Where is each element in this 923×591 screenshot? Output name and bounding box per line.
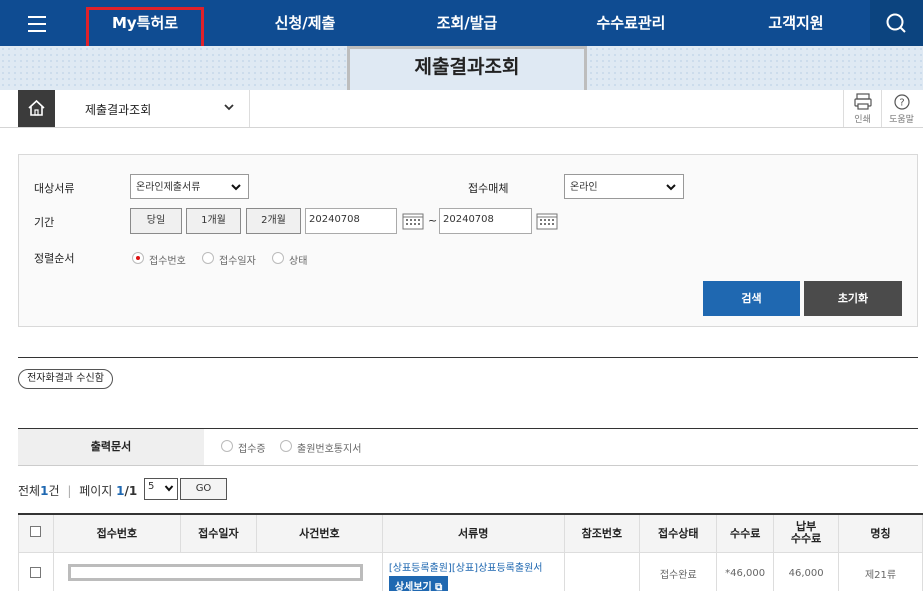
pager-separator: |: [67, 484, 72, 498]
detail-view-label: 상세보기: [394, 581, 432, 591]
doc-name-link[interactable]: [상표등록출원][상표]상표등록출원서: [389, 559, 564, 574]
help-button[interactable]: ? 도움말: [881, 90, 921, 127]
output-app-number-notice-radio[interactable]: [280, 440, 292, 452]
select-all-cell: [18, 513, 54, 553]
status-cell: 접수완료: [639, 551, 718, 591]
column-header: 수수료: [716, 513, 775, 553]
redaction-box: [67, 563, 363, 581]
reference-number-cell: [563, 551, 641, 591]
sort-receipt-number-label: 접수번호: [149, 256, 186, 267]
electronic-result-inbox-button[interactable]: 전자화결과 수신함: [18, 369, 113, 389]
column-header: 서류명: [381, 513, 565, 553]
help-label: 도움말: [889, 115, 914, 125]
chevron-down-icon: [230, 181, 242, 196]
column-header: 참조번호: [563, 513, 641, 553]
detail-view-button[interactable]: 상세보기 ⧉: [388, 575, 449, 591]
home-icon[interactable]: [18, 90, 55, 127]
column-header: 사건번호: [255, 513, 383, 553]
media-select[interactable]: 온라인: [564, 174, 684, 199]
doc-type-value: 온라인제출서류: [136, 182, 201, 193]
total-count: 전체1건 | 페이지 1/1: [18, 482, 137, 499]
date-to-input[interactable]: 20240708: [439, 208, 532, 234]
page-prefix: 페이지: [79, 484, 113, 498]
table-header-row: 접수번호 접수일자 사건번호 서류명 참조번호 접수상태 수수료 납부 수수료 …: [18, 513, 923, 553]
date-from-input[interactable]: 20240708: [305, 208, 397, 234]
breadcrumb-label: 제출결과조회: [85, 103, 152, 117]
page-current: 1: [116, 484, 125, 498]
row-checkbox[interactable]: [30, 566, 42, 578]
output-receipt-label: 접수증: [238, 444, 266, 455]
total-prefix: 전체: [18, 484, 41, 498]
calendar-icon[interactable]: [536, 212, 558, 230]
print-button[interactable]: 인쇄: [843, 90, 881, 127]
title-cell: 제21류: [838, 551, 923, 591]
doc-name-cell: [상표등록출원][상표]상표등록출원서 상세보기 ⧉: [381, 551, 565, 591]
hamburger-menu-icon[interactable]: [18, 12, 58, 36]
page-total: /1: [124, 484, 138, 498]
media-label: 접수매체: [468, 182, 509, 195]
paid-fee-cell: 46,000: [773, 551, 840, 591]
select-all-checkbox[interactable]: [30, 526, 42, 538]
nav-fee-management[interactable]: 수수료관리: [566, 0, 696, 46]
page-title: 제출결과조회: [414, 56, 520, 78]
chevron-down-icon: [665, 181, 677, 196]
nav-customer-support[interactable]: 고객지원: [731, 0, 861, 46]
printer-icon: [854, 93, 872, 110]
search-button[interactable]: 검색: [703, 281, 800, 316]
column-header: 명칭: [838, 513, 923, 553]
breadcrumb-dropdown[interactable]: 제출결과조회: [55, 90, 250, 127]
output-app-number-notice-label: 출원번호통지서: [297, 444, 362, 455]
go-button[interactable]: GO: [180, 478, 227, 500]
sort-status-radio[interactable]: [272, 252, 284, 264]
sort-receipt-date-radio[interactable]: [202, 252, 214, 264]
print-label: 인쇄: [854, 115, 871, 125]
period-1month-button[interactable]: 1개월: [186, 208, 241, 234]
total-suffix: 건: [48, 484, 60, 498]
period-2month-button[interactable]: 2개월: [246, 208, 301, 234]
sort-receipt-date-label: 접수일자: [219, 256, 256, 267]
table-row[interactable]: [상표등록출원][상표]상표등록출원서 상세보기 ⧉ 접수완료 *46,000 …: [18, 551, 923, 591]
sort-label: 정렬순서: [34, 252, 75, 265]
media-value: 온라인: [570, 182, 598, 193]
period-label: 기간: [34, 216, 55, 229]
output-documents-label: 출력문서: [18, 429, 204, 465]
calendar-icon[interactable]: [402, 212, 424, 230]
results-table: 접수번호 접수일자 사건번호 서류명 참조번호 접수상태 수수료 납부 수수료 …: [18, 513, 923, 591]
fee-cell[interactable]: *46,000: [716, 551, 775, 591]
period-today-button[interactable]: 당일: [130, 208, 182, 234]
reset-button[interactable]: 초기화: [804, 281, 902, 316]
divider: [18, 357, 918, 358]
column-header: 납부 수수료: [773, 513, 840, 553]
date-range-tilde: ~: [428, 214, 438, 227]
doc-type-select[interactable]: 온라인제출서류: [130, 174, 249, 199]
output-receipt-radio[interactable]: [221, 440, 233, 452]
chevron-down-icon: [223, 101, 235, 116]
chevron-down-icon: [164, 483, 174, 496]
nav-apply-submit[interactable]: 신청/제출: [240, 0, 370, 46]
sort-status-label: 상태: [289, 256, 308, 267]
sort-receipt-number-radio[interactable]: [132, 252, 144, 264]
page-size-value: 5: [148, 481, 155, 492]
column-header: 접수상태: [639, 513, 718, 553]
search-icon[interactable]: [870, 0, 923, 46]
row-select-cell: [18, 551, 54, 591]
page-size-select[interactable]: 5: [144, 478, 178, 500]
column-header: 접수일자: [179, 513, 257, 553]
column-header: 접수번호: [52, 513, 181, 553]
nav-inquiry-issue[interactable]: 조회/발급: [402, 0, 532, 46]
svg-text:?: ?: [899, 98, 904, 109]
help-icon: ?: [894, 94, 910, 110]
redacted-cell: [52, 551, 383, 591]
external-link-icon: ⧉: [435, 581, 443, 591]
doc-type-label: 대상서류: [34, 182, 75, 195]
